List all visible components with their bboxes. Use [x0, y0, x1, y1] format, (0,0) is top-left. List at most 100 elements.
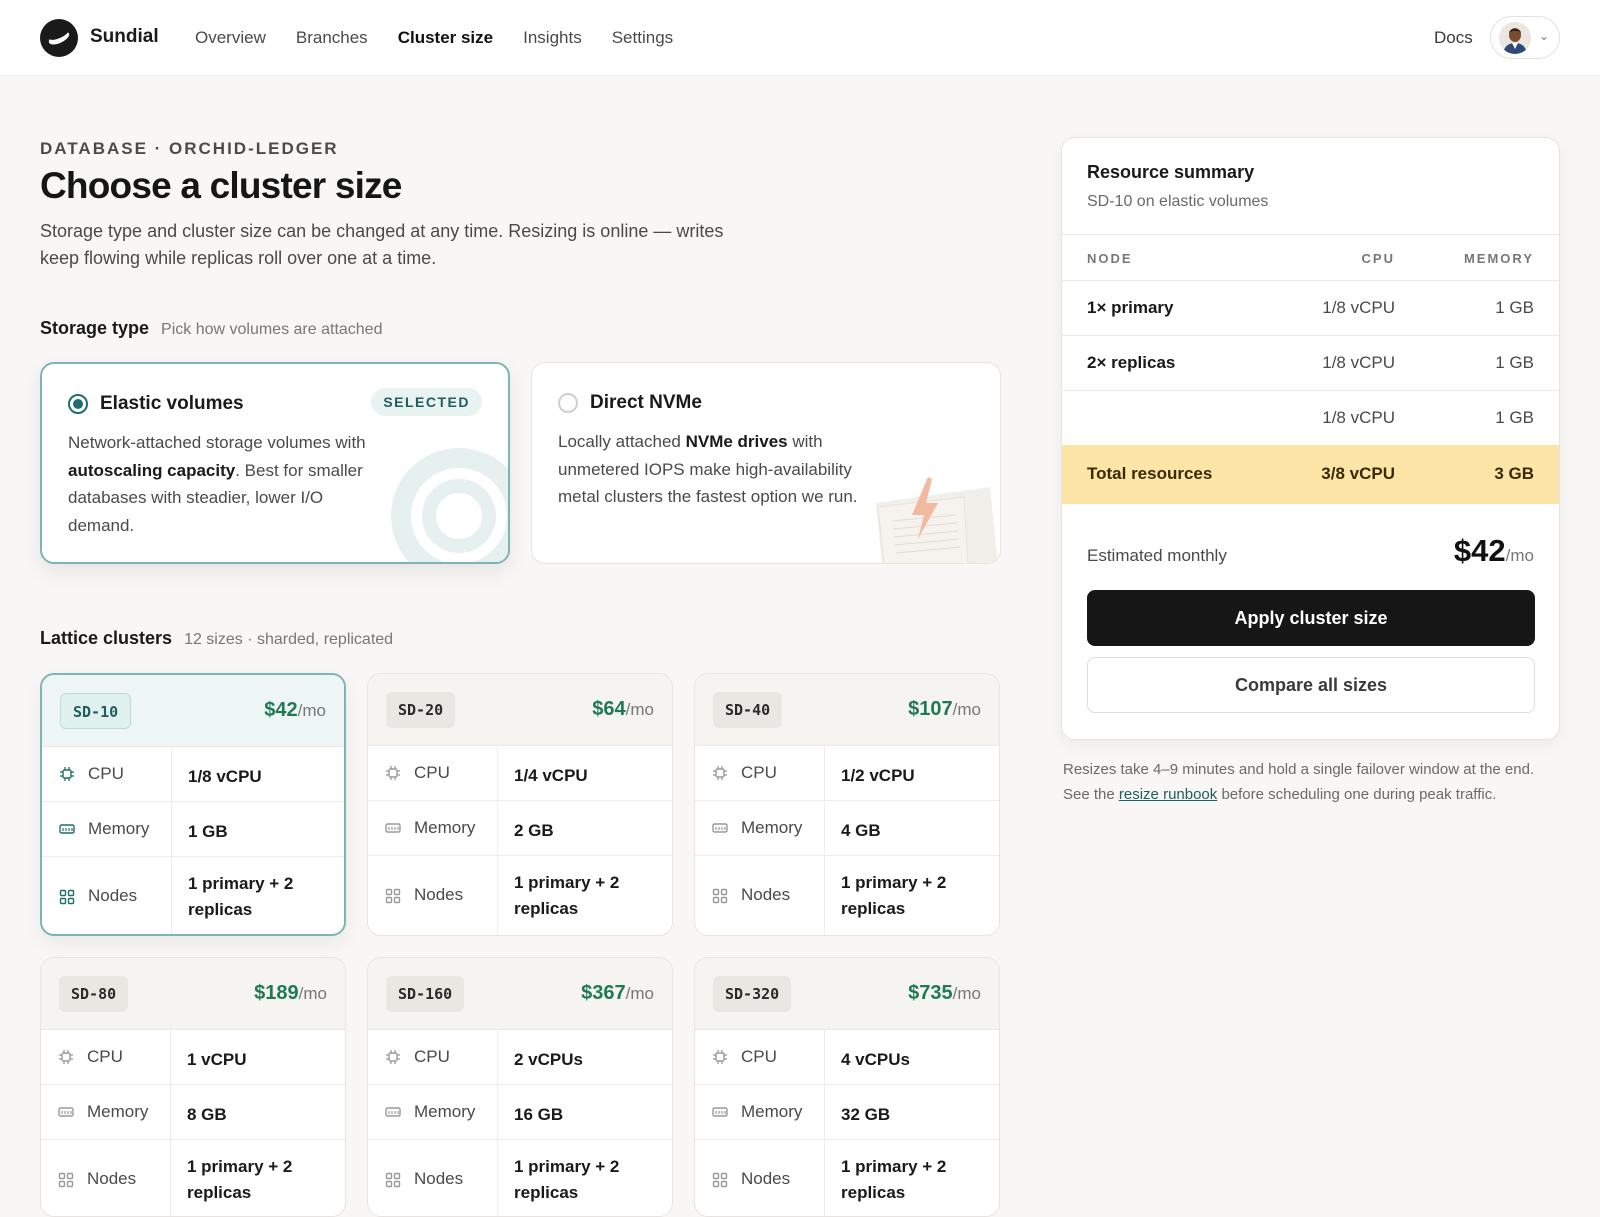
sundial-logo-icon[interactable]	[40, 19, 78, 57]
estimate-unit: /mo	[1505, 546, 1534, 565]
plan-price: $735/mo	[908, 982, 981, 1005]
row-node: 1× primary	[1087, 298, 1174, 317]
memory-value: 8 GB	[187, 1105, 227, 1124]
elastic-radio[interactable]	[68, 394, 88, 414]
cpu-value: 1 vCPU	[187, 1050, 247, 1069]
memory-value: 2 GB	[514, 821, 554, 840]
divider	[170, 1085, 171, 1139]
row-memory: 1 GB	[1495, 408, 1534, 427]
nav-insights[interactable]: Insights	[523, 28, 582, 48]
plan-memory-row: Memory 2 GB	[368, 801, 672, 856]
nodes-label: Nodes	[414, 885, 464, 904]
cpu-label: CPU	[741, 763, 777, 782]
plan-price-unit: /mo	[625, 984, 654, 1003]
plan-code-badge: SD-20	[386, 692, 456, 728]
divider	[497, 746, 498, 800]
lattice-clusters-heading: Lattice clusters 12 sizes · sharded, repl…	[40, 628, 393, 649]
cpu-chip-icon	[385, 765, 401, 781]
nodes-value: 1 primary + 2 replicas	[514, 873, 620, 918]
memory-label: Memory	[414, 818, 476, 837]
divider	[170, 1140, 171, 1216]
nav-cluster-size[interactable]: Cluster size	[398, 28, 493, 48]
plan-price-amount: $189	[254, 982, 299, 1004]
storage-option-title: Elastic volumes	[100, 393, 244, 414]
cpu-label: CPU	[87, 1047, 123, 1066]
cluster-plan-card[interactable]: SD-80 $189/mo CPU 1 vCPU Memory 8 GB Nodes 1 pr…	[40, 957, 346, 1217]
plan-price-unit: /mo	[625, 700, 654, 719]
chevron-down-icon: ⌄	[1539, 29, 1550, 43]
plan-price: $107/mo	[908, 698, 981, 721]
storage-option-elastic[interactable]: Elastic volumes SELECTED Network-attache…	[40, 362, 510, 564]
apply-cluster-size-button[interactable]: Apply cluster size	[1087, 590, 1535, 646]
cluster-plan-card[interactable]: SD-160 $367/mo CPU 2 vCPUs Memory 16 GB Nodes 1…	[367, 957, 673, 1217]
cpu-value: 1/2 vCPU	[841, 766, 915, 785]
nav-settings[interactable]: Settings	[612, 28, 673, 48]
plan-header: SD-320 $735/mo	[695, 958, 999, 1030]
nodes-grid-icon	[712, 1172, 728, 1188]
cpu-chip-icon	[59, 766, 75, 782]
plan-cpu-row: CPU 2 vCPUs	[368, 1030, 672, 1085]
plan-price-amount: $42	[264, 699, 298, 721]
table-row: 1× primary 1/8 vCPU 1 GB	[1062, 280, 1559, 335]
plan-price: $189/mo	[254, 982, 327, 1005]
main-nav: Overview Branches Cluster size Insights …	[195, 28, 703, 48]
nodes-label: Nodes	[414, 1169, 464, 1188]
nodes-value: 1 primary + 2 replicas	[841, 1157, 947, 1202]
cpu-value: 1/8 vCPU	[188, 767, 262, 786]
plan-price-amount: $107	[908, 698, 953, 720]
avatar	[1499, 22, 1531, 54]
brand-name[interactable]: Sundial	[90, 26, 159, 48]
account-menu[interactable]: ⌄	[1490, 16, 1560, 59]
row-node: 2× replicas	[1087, 353, 1176, 372]
nodes-grid-icon	[385, 888, 401, 904]
plan-code-badge: SD-40	[713, 692, 783, 728]
storage-option-description: Network-attached storage volumes with au…	[68, 433, 366, 535]
plan-nodes-row: Nodes 1 primary + 2 replicas	[368, 856, 672, 935]
total-cpu: 3/8 vCPU	[1321, 464, 1395, 483]
memory-label: Memory	[741, 1102, 803, 1121]
cluster-plan-card[interactable]: SD-20 $64/mo CPU 1/4 vCPU Memory 2 GB Nodes 1 p…	[367, 673, 673, 936]
divider	[1062, 234, 1559, 235]
cluster-plan-card[interactable]: SD-320 $735/mo CPU 4 vCPUs Memory 32 GB Nodes 1…	[694, 957, 1000, 1217]
plan-nodes-row: Nodes 1 primary + 2 replicas	[368, 1140, 672, 1216]
row-memory: 1 GB	[1495, 353, 1534, 372]
nav-overview[interactable]: Overview	[195, 28, 266, 48]
plan-price-amount: $367	[581, 982, 626, 1004]
memory-icon	[385, 820, 401, 836]
plan-code-badge: SD-320	[713, 976, 792, 1012]
cpu-chip-icon	[58, 1049, 74, 1065]
cluster-plan-card[interactable]: SD-10 $42/mo CPU 1/8 vCPU Memory 1 GB Nodes 1 p…	[40, 673, 346, 936]
docs-link[interactable]: Docs	[1434, 28, 1473, 48]
cpu-label: CPU	[414, 1047, 450, 1066]
plan-memory-row: Memory 8 GB	[41, 1085, 345, 1140]
divider	[824, 856, 825, 935]
resize-runbook-link[interactable]: resize runbook	[1119, 786, 1217, 803]
plan-nodes-row: Nodes 1 primary + 2 replicas	[695, 856, 999, 935]
plan-cpu-row: CPU 1/4 vCPU	[368, 746, 672, 801]
column-header-node: NODE	[1087, 251, 1133, 266]
plan-memory-row: Memory 16 GB	[368, 1085, 672, 1140]
cpu-value: 1/4 vCPU	[514, 766, 588, 785]
row-cpu: 1/8 vCPU	[1322, 408, 1395, 427]
nodes-grid-icon	[58, 1172, 74, 1188]
plan-header: SD-20 $64/mo	[368, 674, 672, 746]
cpu-value: 4 vCPUs	[841, 1050, 910, 1069]
plan-price-amount: $735	[908, 982, 953, 1004]
cluster-plan-card[interactable]: SD-40 $107/mo CPU 1/2 vCPU Memory 4 GB Nodes 1 …	[694, 673, 1000, 936]
memory-label: Memory	[741, 818, 803, 837]
plan-price-unit: /mo	[297, 701, 326, 720]
nav-branches[interactable]: Branches	[296, 28, 368, 48]
nodes-value: 1 primary + 2 replicas	[188, 874, 294, 919]
storage-option-nvme[interactable]: Direct NVMe Locally attached NVMe drives…	[531, 362, 1001, 564]
divider	[497, 801, 498, 855]
compare-all-sizes-button[interactable]: Compare all sizes	[1087, 657, 1535, 713]
plan-nodes-row: Nodes 1 primary + 2 replicas	[41, 1140, 345, 1216]
plan-memory-row: Memory 32 GB	[695, 1085, 999, 1140]
storage-type-hint: Pick how volumes are attached	[161, 321, 383, 338]
plan-nodes-row: Nodes 1 primary + 2 replicas	[42, 857, 344, 934]
nvme-radio[interactable]	[558, 393, 578, 413]
lattice-clusters-hint: 12 sizes · sharded, replicated	[184, 631, 394, 648]
resource-summary-card: Resource summary SD-10 on elastic volume…	[1061, 137, 1560, 740]
memory-label: Memory	[88, 819, 150, 838]
cpu-label: CPU	[741, 1047, 777, 1066]
